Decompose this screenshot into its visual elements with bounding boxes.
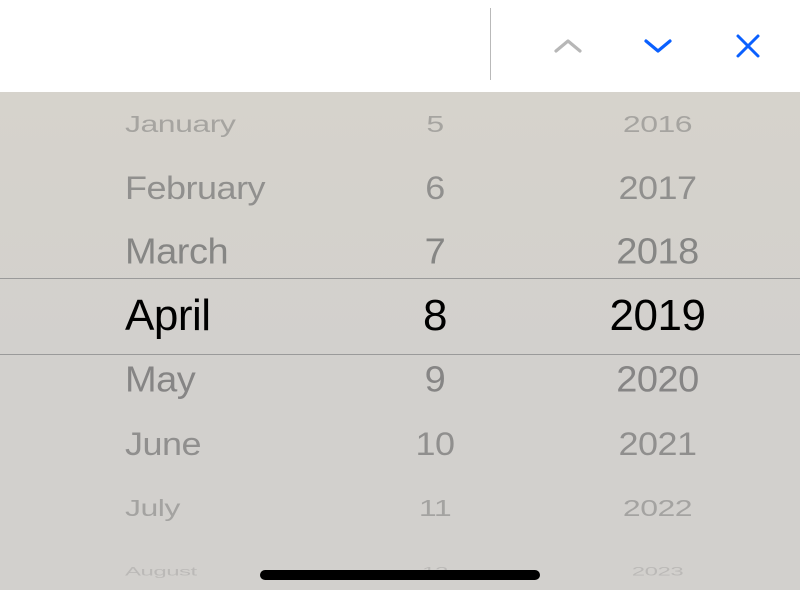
year-row[interactable]: 2023 [515, 555, 800, 590]
next-button[interactable] [640, 28, 676, 64]
month-row[interactable]: May [0, 345, 355, 414]
year-row[interactable]: 2022 [515, 482, 800, 534]
selection-line-top [0, 278, 800, 279]
year-row[interactable]: 2018 [515, 217, 800, 286]
year-wheel[interactable]: 201520162017201820192020202120222023 [515, 92, 800, 590]
month-row[interactable]: January [0, 98, 355, 150]
month-row[interactable]: April [0, 280, 355, 352]
month-row[interactable]: July [0, 482, 355, 534]
chevron-up-icon [553, 37, 583, 55]
day-row[interactable]: 10 [355, 412, 515, 477]
day-row[interactable]: 6 [355, 156, 515, 221]
day-row[interactable]: 5 [355, 98, 515, 150]
year-row[interactable]: 2021 [515, 412, 800, 477]
year-row[interactable]: 2017 [515, 156, 800, 221]
month-row[interactable]: March [0, 217, 355, 286]
prev-button[interactable] [550, 28, 586, 64]
month-row[interactable]: June [0, 412, 355, 477]
month-wheel[interactable]: DecemberJanuaryFebruaryMarchAprilMayJune… [0, 92, 355, 590]
date-picker: DecemberJanuaryFebruaryMarchAprilMayJune… [0, 92, 800, 590]
year-row[interactable]: 2016 [515, 98, 800, 150]
month-row[interactable]: February [0, 156, 355, 221]
chevron-down-icon [643, 37, 673, 55]
close-button[interactable] [730, 28, 766, 64]
home-indicator [260, 570, 540, 580]
day-row[interactable]: 8 [355, 280, 515, 352]
selection-line-bottom [0, 354, 800, 355]
day-row[interactable]: 9 [355, 345, 515, 414]
year-row[interactable]: 2019 [515, 280, 800, 352]
year-row[interactable]: 2020 [515, 345, 800, 414]
day-wheel[interactable]: 456789101112 [355, 92, 515, 590]
close-icon [734, 32, 762, 60]
toolbar-separator [490, 8, 491, 80]
picker-toolbar [0, 0, 800, 92]
day-row[interactable]: 11 [355, 482, 515, 534]
day-row[interactable]: 7 [355, 217, 515, 286]
